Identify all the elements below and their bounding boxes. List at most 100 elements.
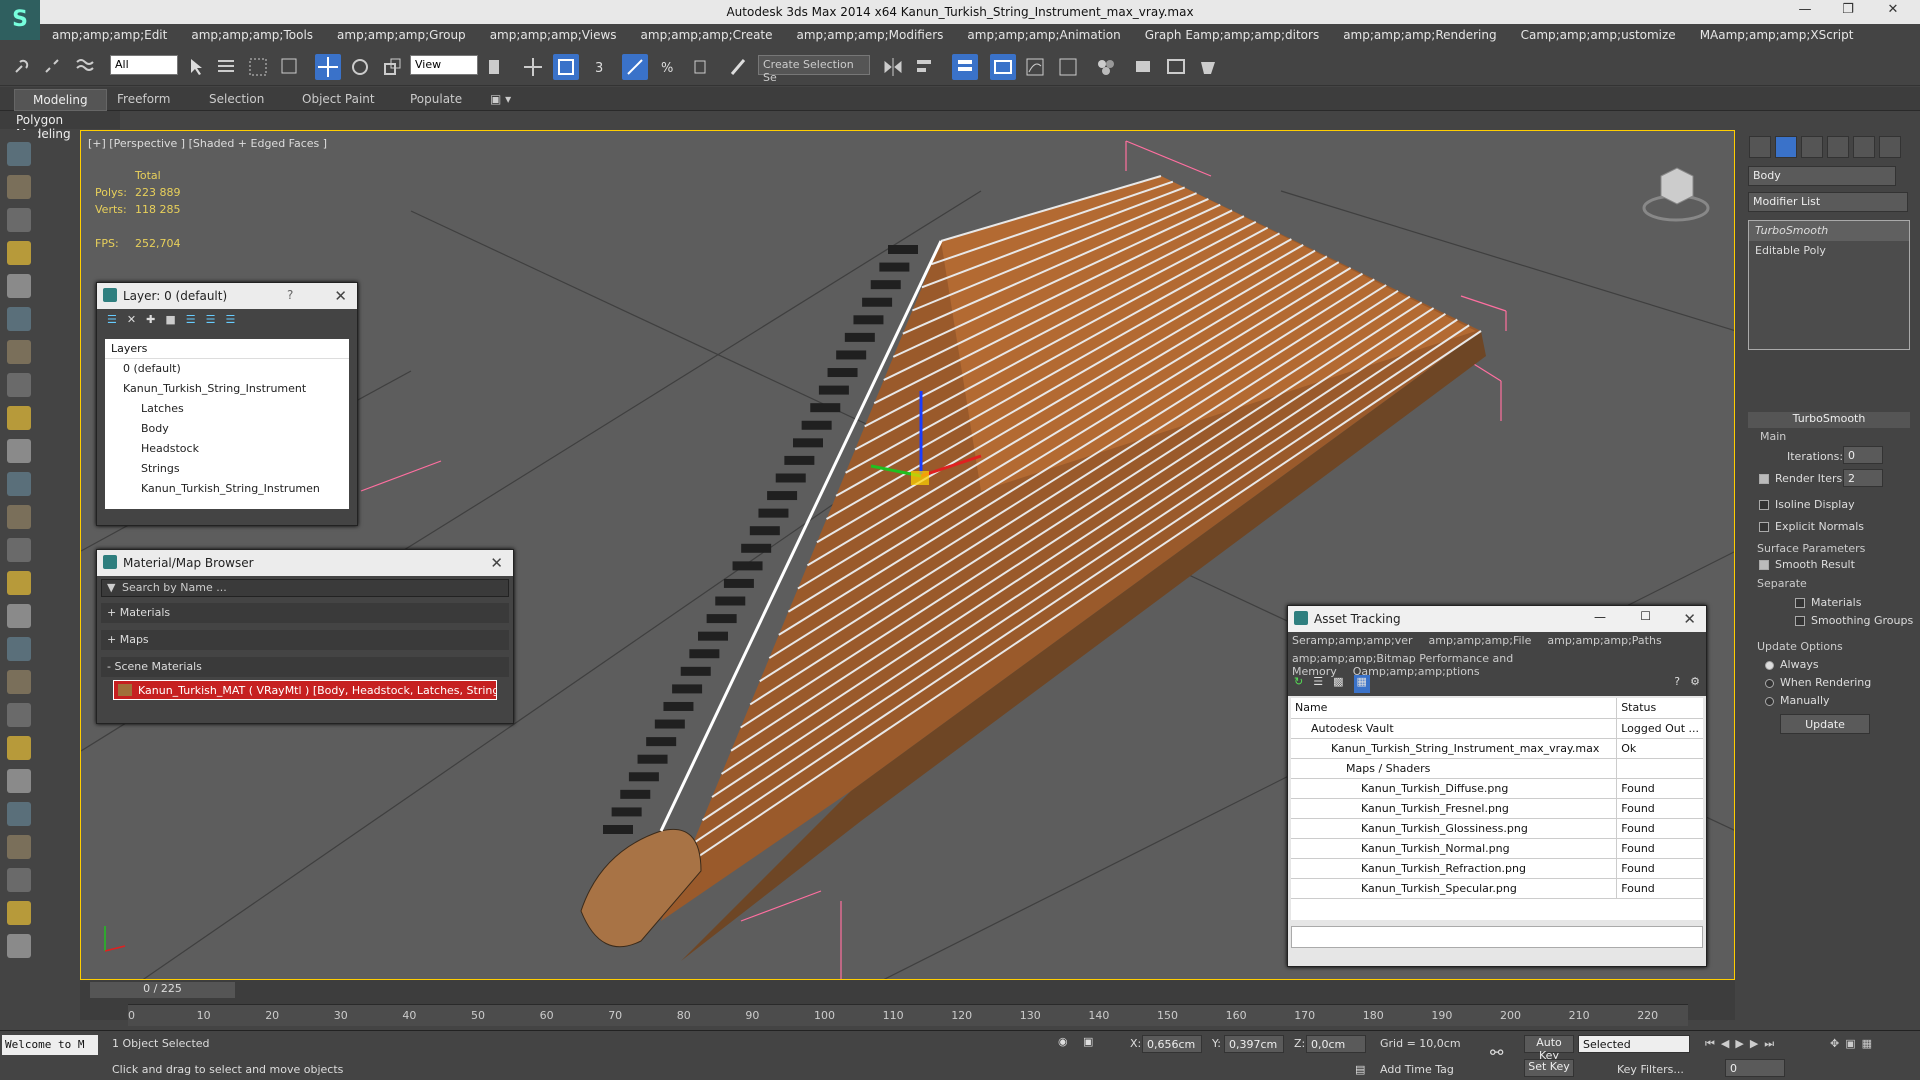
minimize-icon[interactable]: —: [1594, 610, 1606, 624]
script-icon[interactable]: [7, 868, 31, 892]
menu-item[interactable]: Graph Eamp;amp;amp;ditors: [1133, 24, 1332, 42]
layer-item[interactable]: 0 (default): [105, 359, 349, 379]
layer-item[interactable]: Strings: [105, 459, 349, 479]
minimize-icon[interactable]: —: [1790, 2, 1820, 22]
menu-item[interactable]: amp;amp;amp;Create: [629, 24, 785, 42]
ribbon-options-icon[interactable]: ▣ ▾: [490, 92, 511, 106]
align-icon[interactable]: [912, 54, 938, 80]
render-icon[interactable]: [7, 736, 31, 760]
hierarchy-tab-icon[interactable]: [1801, 136, 1823, 158]
menu-item[interactable]: amp;amp;amp;Group: [325, 24, 478, 42]
layer-item[interactable]: Kanun_Turkish_String_Instrumen: [105, 479, 349, 499]
refresh-icon[interactable]: ↻: [1294, 675, 1303, 693]
close-icon[interactable]: ✕: [1878, 2, 1908, 22]
menu-item[interactable]: amp;amp;amp;Modifiers: [785, 24, 956, 42]
iterations-spinner[interactable]: 0: [1843, 446, 1883, 464]
key-mode-dropdown[interactable]: Selected: [1578, 1035, 1690, 1053]
percent-snap-icon[interactable]: %: [655, 54, 681, 80]
x-coordinate[interactable]: 0,656cm: [1142, 1035, 1202, 1053]
menu-item[interactable]: MAamp;amp;amp;XScript: [1688, 24, 1866, 42]
project-icon[interactable]: [7, 274, 31, 298]
smoothing-groups-checkbox[interactable]: [1795, 616, 1805, 626]
maximize-icon[interactable]: ☐: [1640, 609, 1651, 623]
stack-item-editable-poly[interactable]: Editable Poly: [1749, 241, 1909, 261]
app-logo-icon[interactable]: S: [0, 0, 40, 40]
col-name-header[interactable]: Name: [1291, 698, 1618, 719]
tab-selection[interactable]: Selection: [209, 92, 264, 106]
rendered-frame-window-icon[interactable]: [1163, 54, 1189, 80]
select-object-icon[interactable]: [183, 54, 209, 80]
tab-freeform[interactable]: Freeform: [117, 92, 170, 106]
viewport-nav-controls[interactable]: ✥▣▦: [1830, 1037, 1878, 1050]
col-status-header[interactable]: Status: [1616, 698, 1703, 719]
update-button[interactable]: Update: [1780, 714, 1870, 734]
selection-filter-dropdown[interactable]: All: [110, 55, 178, 75]
render-production-icon[interactable]: [1196, 54, 1222, 80]
layer-item[interactable]: Headstock: [105, 439, 349, 459]
menu-item[interactable]: amp;amp;amp;Rendering: [1331, 24, 1508, 42]
group-scene-materials[interactable]: - Scene Materials: [101, 657, 509, 677]
key-filters-button[interactable]: Key Filters...: [1617, 1063, 1684, 1076]
asset-menu-item[interactable]: Seramp;amp;amp;ver: [1292, 634, 1413, 647]
smooth-result-checkbox[interactable]: [1759, 560, 1769, 570]
layer-item[interactable]: Latches: [105, 399, 349, 419]
toggle-ribbon-icon[interactable]: [990, 54, 1016, 80]
tree-view-icon[interactable]: ▩: [1333, 675, 1343, 693]
spacewarp-icon[interactable]: [7, 670, 31, 694]
asset-menu-item[interactable]: amp;amp;amp;Paths: [1547, 634, 1661, 647]
utilities-tab-icon[interactable]: [1879, 136, 1901, 158]
link-icon[interactable]: [10, 54, 36, 80]
always-radio[interactable]: [1765, 660, 1774, 670]
z-coordinate[interactable]: 0,0cm: [1306, 1035, 1366, 1053]
table-row[interactable]: Autodesk Vault Logged Out ...: [1291, 718, 1703, 739]
shape-icon[interactable]: [7, 406, 31, 430]
search-input[interactable]: ▼ Search by Name ...: [101, 579, 509, 597]
named-selection-dropdown[interactable]: Create Selection Se: [758, 55, 870, 84]
edit-named-selection-icon[interactable]: [726, 54, 752, 80]
particle-icon[interactable]: [7, 637, 31, 661]
redo-icon[interactable]: [7, 175, 31, 199]
add-time-tag[interactable]: Add Time Tag: [1380, 1063, 1454, 1076]
manually-radio[interactable]: [1765, 696, 1774, 706]
viewcube[interactable]: [1641, 156, 1711, 226]
menu-item[interactable]: amp;amp;amp;Tools: [179, 24, 325, 42]
maxscript-listener[interactable]: Welcome to M: [2, 1035, 98, 1055]
help-icon[interactable]: ?: [287, 288, 293, 302]
menu-item[interactable]: Camp;amp;amp;ustomize: [1509, 24, 1688, 42]
render-iters-spinner[interactable]: 2: [1843, 469, 1883, 487]
modify-tab-icon[interactable]: [1775, 136, 1797, 158]
table-row[interactable]: Kanun_Turkish_Diffuse.png Found: [1291, 778, 1703, 799]
fetch-icon[interactable]: [7, 241, 31, 265]
camera-icon[interactable]: [7, 307, 31, 331]
schematic-view-icon[interactable]: [1055, 54, 1081, 80]
layer-item[interactable]: Kanun_Turkish_String_Instrument: [105, 379, 349, 399]
y-coordinate[interactable]: 0,397cm: [1224, 1035, 1284, 1053]
render-iters-checkbox[interactable]: [1759, 474, 1769, 484]
hide-layers-icon[interactable]: ☰: [206, 313, 216, 331]
render-setup-icon[interactable]: [1131, 54, 1157, 80]
motion-tab-icon[interactable]: [1827, 136, 1849, 158]
display-tab-icon[interactable]: [1853, 136, 1875, 158]
table-row[interactable]: Kanun_Turkish_Normal.png Found: [1291, 838, 1703, 859]
sun-icon[interactable]: [7, 571, 31, 595]
select-by-name-icon[interactable]: [213, 54, 239, 80]
asset-menu-item[interactable]: amp;amp;amp;File: [1429, 634, 1532, 647]
light-icon[interactable]: [7, 340, 31, 364]
select-and-move-icon[interactable]: [315, 54, 341, 80]
close-icon[interactable]: ✕: [490, 554, 503, 572]
create-tab-icon[interactable]: [1749, 136, 1771, 158]
menu-item[interactable]: amp;amp;amp;Animation: [955, 24, 1132, 42]
help-icon[interactable]: ?: [1674, 675, 1680, 693]
auto-key-button[interactable]: Auto Key: [1524, 1035, 1574, 1062]
group-maps[interactable]: + Maps: [101, 630, 509, 650]
viewport-label[interactable]: [+] [Perspective ] [Shaded + Edged Faces…: [88, 137, 327, 150]
scene-icon[interactable]: [7, 802, 31, 826]
viewport-icon[interactable]: [7, 901, 31, 925]
asset-path-field[interactable]: [1291, 926, 1703, 948]
snaps-toggle-icon[interactable]: 3: [590, 54, 616, 80]
set-key-button[interactable]: Set Key: [1524, 1059, 1574, 1077]
current-frame-field[interactable]: 0: [1725, 1059, 1785, 1077]
asset-menu-item[interactable]: Oamp;amp;amp;ptions: [1353, 665, 1480, 678]
select-and-scale-icon[interactable]: [379, 54, 405, 80]
close-icon[interactable]: ✕: [1683, 610, 1696, 628]
